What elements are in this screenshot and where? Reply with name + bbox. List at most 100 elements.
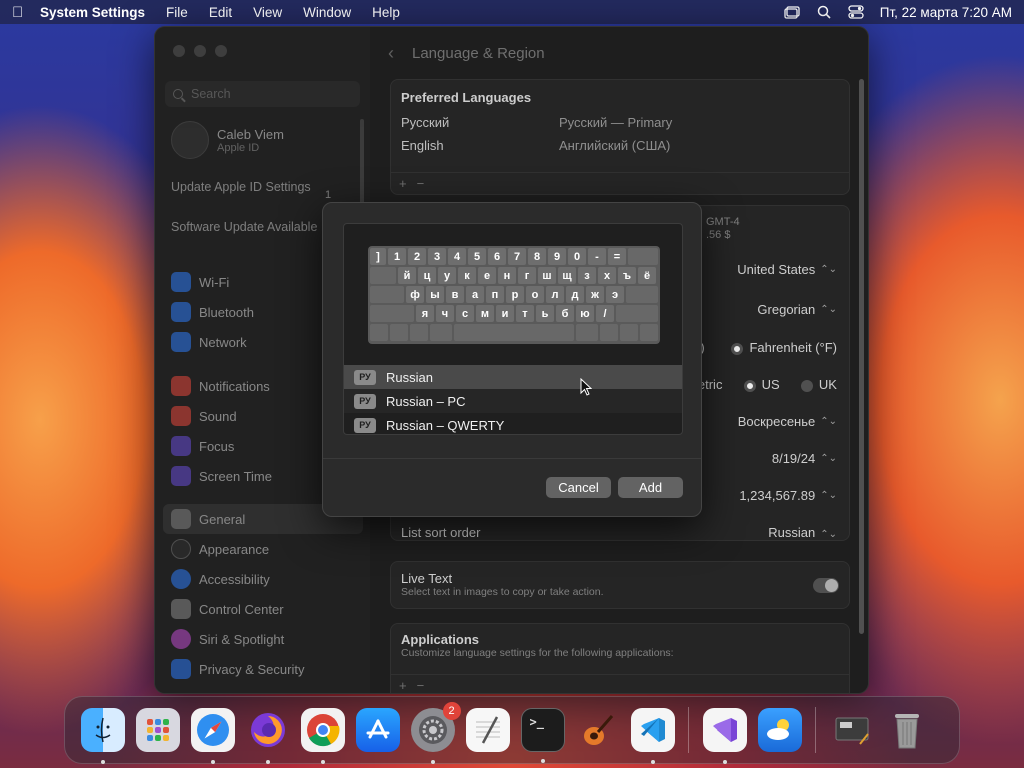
date-format-popup[interactable]: 8/19/24 ⌃⌄ xyxy=(760,451,849,466)
temperature-options: C) Fahrenheit (°F) xyxy=(691,340,849,355)
input-source-russian-pc[interactable]: РУ Russian – PC xyxy=(344,389,682,413)
sidebar-item-privacy-security[interactable]: Privacy & Security xyxy=(163,654,363,684)
language-row[interactable]: English Английский (США) xyxy=(391,134,849,157)
weather-icon[interactable] xyxy=(757,708,802,752)
sidebar-item-siri-spotlight[interactable]: Siri & Spotlight xyxy=(163,624,363,654)
add-language-button[interactable]: + xyxy=(399,176,407,191)
sidebar-group-general: General Appearance Accessibility Control… xyxy=(163,504,363,684)
number-format-popup[interactable]: 1,234,567.89 ⌃⌄ xyxy=(727,488,849,503)
keyboard-row: й ц у к е н г ш щ з х ъ ё xyxy=(370,267,658,284)
siri-icon xyxy=(171,629,191,649)
keyboard-key: у xyxy=(438,267,456,284)
running-indicator xyxy=(320,760,325,764)
menu-app-name[interactable]: System Settings xyxy=(40,5,145,20)
input-source-label: Russian – QWERTY xyxy=(386,417,505,433)
uk-option[interactable]: UK xyxy=(800,377,837,392)
update-apple-id-settings[interactable]: Update Apple ID Settings xyxy=(171,179,321,195)
first-day-popup[interactable]: Воскресенье ⌃⌄ xyxy=(726,414,849,429)
visual-studio-icon[interactable] xyxy=(702,708,747,764)
keyboard-key: 3 xyxy=(428,248,446,265)
menu-edit[interactable]: Edit xyxy=(209,5,232,20)
menu-file[interactable]: File xyxy=(166,5,188,20)
add-application-button[interactable]: + xyxy=(399,678,407,693)
remove-application-button[interactable]: − xyxy=(417,678,425,693)
software-update-available[interactable]: Software Update Available xyxy=(171,219,321,235)
input-source-russian[interactable]: РУ Russian xyxy=(344,365,682,389)
content-scrollbar[interactable] xyxy=(859,79,864,634)
keyboard-key: - xyxy=(588,248,606,265)
keyboard-key: ч xyxy=(436,305,454,322)
stage-manager-icon[interactable] xyxy=(784,5,800,19)
us-option[interactable]: US xyxy=(743,377,780,392)
garageband-guitar-icon[interactable] xyxy=(576,708,620,752)
appearance-icon xyxy=(171,539,191,559)
language-add-remove: + − xyxy=(391,172,849,194)
running-indicator xyxy=(265,760,270,764)
keyboard-key: 1 xyxy=(388,248,406,265)
menu-help[interactable]: Help xyxy=(372,5,400,20)
launchpad-icon[interactable] xyxy=(135,708,180,752)
add-button[interactable]: Add xyxy=(618,477,683,498)
notifications-bell-icon xyxy=(171,376,191,396)
fahrenheit-label: Fahrenheit (°F) xyxy=(749,340,837,355)
keyboard-key: ю xyxy=(576,305,594,322)
date-format-value: 8/19/24 xyxy=(771,451,816,466)
finder-icon[interactable] xyxy=(80,708,125,764)
app-store-icon[interactable] xyxy=(355,708,400,752)
textedit-icon[interactable] xyxy=(465,708,510,752)
sidebar-item-label: Sound xyxy=(199,408,237,424)
system-settings-gear-icon[interactable]: 2 xyxy=(410,702,461,764)
trash-icon[interactable] xyxy=(885,708,929,752)
firefox-icon[interactable] xyxy=(246,708,290,764)
space-bar xyxy=(454,324,574,341)
sidebar-item-label: Siri & Spotlight xyxy=(199,631,285,647)
cancel-button[interactable]: Cancel xyxy=(546,477,611,498)
safari-compass-icon[interactable] xyxy=(190,708,235,764)
menu-view[interactable]: View xyxy=(253,5,282,20)
spotlight-search-icon[interactable] xyxy=(816,5,832,19)
vscode-icon[interactable] xyxy=(630,708,675,764)
search-icon xyxy=(173,89,183,99)
sidebar-item-accessibility[interactable]: Accessibility xyxy=(163,564,363,594)
calendar-popup[interactable]: Gregorian ⌃⌄ xyxy=(745,302,849,317)
arrow-keys-right xyxy=(640,324,658,341)
keyboard-row xyxy=(370,324,658,341)
preferred-languages-title: Preferred Languages xyxy=(401,90,532,105)
fahrenheit-option[interactable]: Fahrenheit (°F) xyxy=(731,340,837,355)
back-chevron-icon[interactable]: ‹ xyxy=(388,43,394,64)
bluetooth-icon xyxy=(171,302,191,322)
option-key xyxy=(410,324,428,341)
us-label: US xyxy=(761,377,780,392)
applications-description: Customize language settings for the foll… xyxy=(401,647,674,659)
remove-language-button[interactable]: − xyxy=(417,176,425,191)
apple-id-account[interactable]: Caleb Viem Apple ID xyxy=(171,121,284,159)
minimize-window-button[interactable] xyxy=(194,45,206,57)
sidebar-item-label: Wi-Fi xyxy=(199,274,230,290)
apple-menu-icon[interactable]:  xyxy=(12,4,40,21)
sidebar-item-appearance[interactable]: Appearance xyxy=(163,534,363,564)
language-name: Русский xyxy=(401,115,450,130)
region-popup[interactable]: United States ⌃⌄ xyxy=(725,262,849,277)
terminal-icon[interactable]: >_ xyxy=(520,708,565,763)
menu-bar-clock[interactable]: Пт, 22 марта 7:20 AM xyxy=(880,5,1012,20)
list-sort-order-popup[interactable]: Russian ⌃⌄ xyxy=(768,525,837,540)
number-format-value: 1,234,567.89 xyxy=(739,488,816,503)
zoom-window-button[interactable] xyxy=(215,45,227,57)
sidebar-item-label: Appearance xyxy=(199,541,270,557)
downloads-stack-icon[interactable] xyxy=(830,708,874,752)
sidebar-item-control-center[interactable]: Control Center xyxy=(163,594,363,624)
keyboard-key: 4 xyxy=(448,248,466,265)
language-row[interactable]: Русский Русский — Primary xyxy=(391,111,849,134)
chrome-icon[interactable] xyxy=(300,708,345,764)
input-source-list: РУ Russian РУ Russian – PC РУ Russian – … xyxy=(344,365,682,434)
wifi-icon xyxy=(171,272,191,292)
sidebar-search-field[interactable]: Search xyxy=(165,81,360,107)
running-indicator xyxy=(540,759,545,763)
sidebar-item-label: Control Center xyxy=(199,601,284,617)
live-text-toggle[interactable] xyxy=(813,578,839,593)
control-center-icon[interactable] xyxy=(848,5,864,19)
input-source-badge: РУ xyxy=(354,393,376,409)
close-window-button[interactable] xyxy=(173,45,185,57)
input-source-russian-qwerty[interactable]: РУ Russian – QWERTY xyxy=(344,413,682,434)
menu-window[interactable]: Window xyxy=(303,5,351,20)
